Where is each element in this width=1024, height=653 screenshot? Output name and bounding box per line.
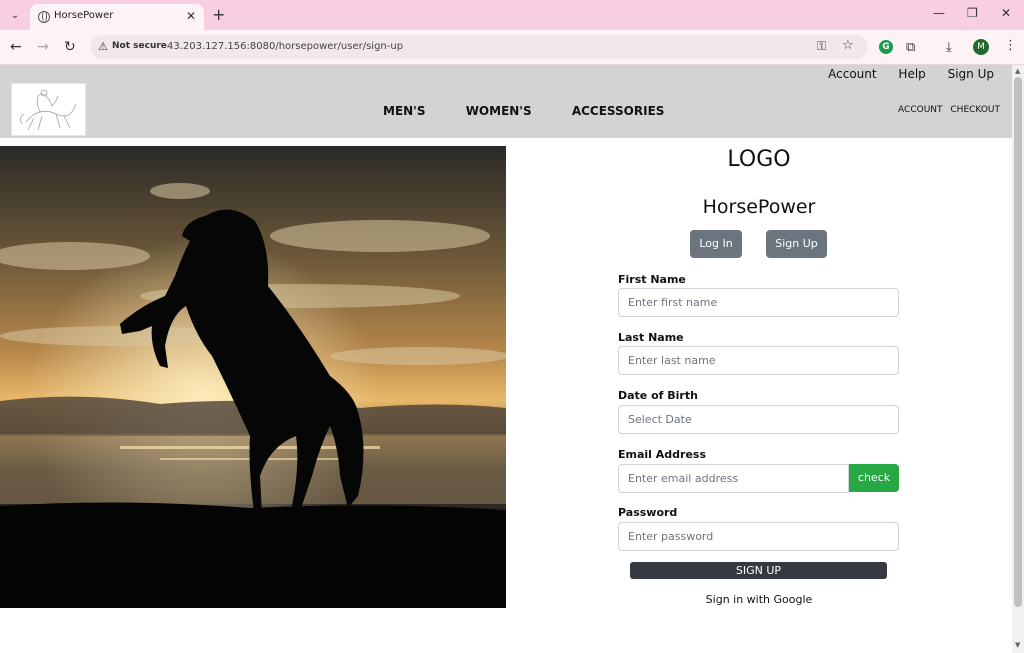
dob-field[interactable]: Select Date (618, 405, 899, 434)
login-button[interactable]: Log In (690, 230, 742, 258)
password-key-icon[interactable]: ⚿ (817, 39, 826, 54)
tab-search-icon[interactable]: ⌄ (6, 7, 24, 23)
password-field[interactable]: Enter password (618, 522, 899, 551)
warning-icon[interactable]: ⚠ (98, 40, 108, 53)
site-logo-image[interactable] (11, 83, 86, 136)
forward-icon[interactable]: → (37, 39, 49, 55)
not-secure-label[interactable]: Not secure (112, 41, 167, 51)
nav-mens[interactable]: MEN'S (383, 104, 426, 118)
signup-submit-button[interactable]: SIGN UP (630, 562, 887, 579)
scroll-down-icon[interactable]: ▼ (1015, 641, 1020, 649)
browser-menu-icon[interactable]: ⋮ (1004, 38, 1017, 53)
grammarly-extension-icon[interactable]: G (879, 40, 893, 54)
util-links: ACCOUNT CHECKOUT (893, 105, 1000, 115)
new-tab-icon[interactable]: + (212, 5, 225, 24)
download-icon[interactable]: ⤓ (946, 40, 952, 55)
globe-icon (38, 11, 50, 23)
reload-icon[interactable]: ↻ (64, 39, 76, 55)
nav-womens[interactable]: WOMEN'S (466, 104, 532, 118)
tab-close-icon[interactable]: ✕ (186, 9, 196, 23)
google-signin-link[interactable]: Sign in with Google (506, 593, 1012, 606)
last-name-label: Last Name (618, 331, 684, 344)
util-account-link[interactable]: ACCOUNT (898, 105, 942, 115)
back-icon[interactable]: ← (10, 39, 22, 55)
password-label: Password (618, 506, 678, 519)
browser-tab[interactable]: HorsePower ✕ (30, 4, 204, 30)
first-name-label: First Name (618, 273, 686, 286)
main-nav: MEN'S WOMEN'S ACCESSORIES (383, 104, 700, 118)
last-name-field[interactable]: Enter last name (618, 346, 899, 375)
nav-accessories[interactable]: ACCESSORIES (572, 104, 665, 118)
scrollbar-thumb[interactable] (1014, 77, 1022, 607)
site-header: Account Help Sign Up MEN'S WOMEN'S ACCES… (0, 65, 1012, 138)
signup-tab-button[interactable]: Sign Up (766, 230, 827, 258)
account-link[interactable]: Account (828, 67, 876, 81)
email-label: Email Address (618, 448, 707, 461)
dob-label: Date of Birth (618, 389, 698, 402)
restore-icon[interactable]: ❐ (967, 6, 978, 20)
horse-rider-sketch-icon (20, 89, 77, 131)
page-scrollbar[interactable]: ▲ ▼ (1012, 65, 1024, 653)
scroll-up-icon[interactable]: ▲ (1015, 67, 1020, 75)
logo-heading: LOGO (727, 147, 791, 172)
brand-heading: HorsePower (702, 196, 816, 218)
url-text[interactable]: 43.203.127.156:8080/horsepower/user/sign… (167, 41, 403, 52)
browser-tab-strip: ⌄ HorsePower ✕ + — ❐ ✕ (0, 0, 1024, 30)
tab-title: HorsePower (54, 10, 114, 21)
horse-silhouette-sunset-image (0, 146, 506, 608)
email-field[interactable]: Enter email address (618, 464, 849, 493)
bookmark-star-icon[interactable]: ☆ (842, 38, 854, 53)
profile-avatar[interactable]: M (973, 39, 989, 55)
signup-link[interactable]: Sign Up (948, 67, 994, 81)
util-checkout-link[interactable]: CHECKOUT (950, 105, 1000, 115)
check-email-button[interactable]: check (849, 464, 899, 492)
browser-toolbar: ← → ↻ ⚠ Not secure 43.203.127.156:8080/h… (0, 30, 1024, 65)
help-link[interactable]: Help (898, 67, 925, 81)
window-close-icon[interactable]: ✕ (1001, 6, 1011, 20)
first-name-field[interactable]: Enter first name (618, 288, 899, 317)
address-bar[interactable]: ⚠ Not secure 43.203.127.156:8080/horsepo… (90, 35, 868, 59)
top-links: Account Help Sign Up (810, 67, 994, 81)
extensions-puzzle-icon[interactable]: ⧉ (906, 40, 915, 55)
minimize-icon[interactable]: — (933, 6, 945, 20)
